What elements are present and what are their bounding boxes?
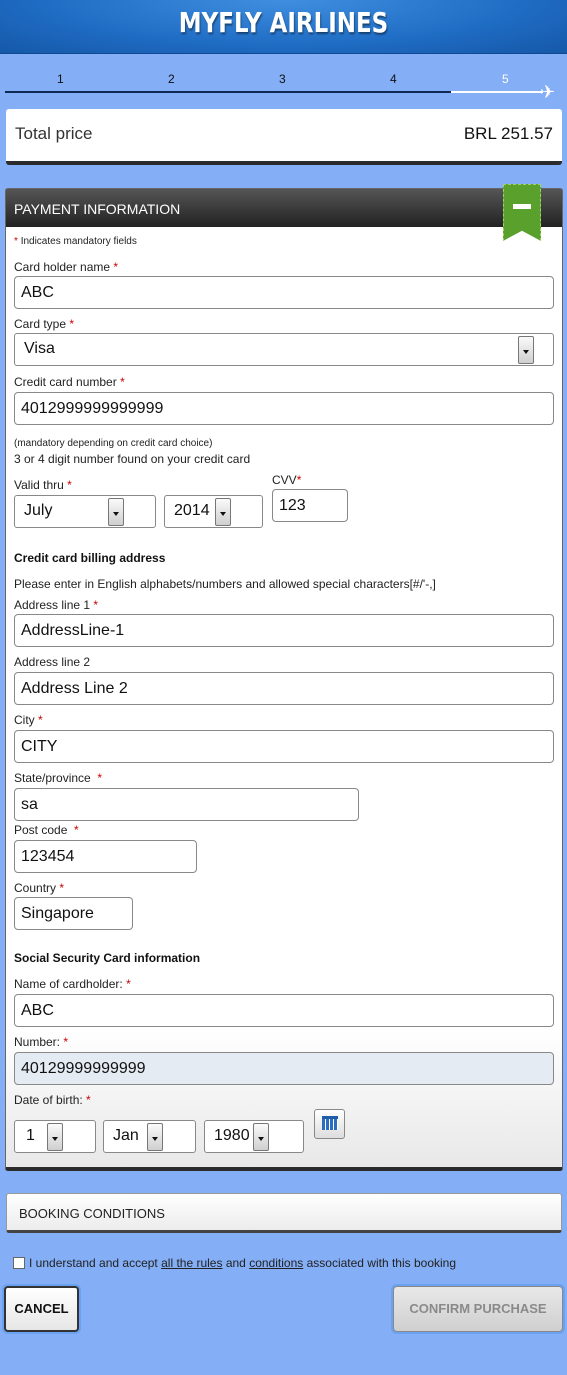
payment-panel: PAYMENT INFORMATION * Indicates mandator… [5,184,563,1171]
dob-year-value: 1980 [214,1127,250,1144]
dob-month-value: Jan [113,1127,139,1144]
postcode-label: Post code * [14,823,79,837]
postcode-input[interactable]: 123454 [14,840,197,873]
card-number-label: Credit card number * [14,375,125,389]
card-holder-input[interactable]: ABC [14,276,554,309]
state-input[interactable]: sa [14,788,359,821]
payment-title: PAYMENT INFORMATION [14,201,181,217]
ssn-number-input[interactable]: 40129999999999 [14,1052,554,1085]
progress-steps: 1 2 3 4 5 ✈ [0,62,567,102]
billing-note: Please enter in English alphabets/number… [14,577,436,591]
accept-prefix: I understand and accept [29,1256,158,1270]
total-price-box: Total price BRL 251.57 [6,109,562,165]
card-type-label: Card type * [14,317,75,331]
ssn-number-label: Number: * [14,1035,69,1049]
accept-mid: and [225,1256,246,1270]
accept-suffix: associated with this booking [306,1256,457,1270]
card-number-input[interactable]: 4012999999999999 [14,392,554,425]
booking-conditions-label: BOOKING CONDITIONS [19,1206,165,1221]
cvv-label: CVV* [272,473,302,487]
accept-checkbox[interactable] [13,1257,25,1269]
country-input[interactable]: Singapore [14,897,133,930]
dob-month-select[interactable]: Jan [103,1120,196,1153]
rules-link[interactable]: all the rules [161,1256,222,1270]
total-price-value: BRL 251.57 [463,124,553,143]
step-1: 1 [57,72,64,86]
total-price-label: Total price [15,124,93,143]
chevron-down-icon[interactable] [253,1123,269,1151]
progress-line [5,91,451,93]
chevron-down-icon[interactable] [108,498,124,526]
expiry-month-value: July [24,502,53,519]
address1-input[interactable]: AddressLine-1 [14,614,554,647]
cvv-hint-1: (mandatory depending on credit card choi… [14,438,213,449]
address2-input[interactable]: Address Line 2 [14,672,554,705]
expiry-year-value: 2014 [174,502,210,519]
valid-thru-label: Valid thru * [14,478,72,492]
chevron-down-icon[interactable] [518,336,534,364]
dob-day-select[interactable]: 1 [14,1120,96,1153]
billing-section-title: Credit card billing address [14,551,166,565]
address2-label: Address line 2 [14,655,91,669]
conditions-link[interactable]: conditions [249,1256,303,1270]
plane-icon: ✈ [540,82,556,102]
card-type-select[interactable]: Visa [14,333,554,366]
accept-terms: I understand and accept all the rules an… [13,1256,456,1270]
cancel-button[interactable]: CANCEL [4,1286,79,1332]
payment-panel-header[interactable]: PAYMENT INFORMATION [6,189,562,227]
address1-label: Address line 1 * [14,598,99,612]
step-2: 2 [168,72,175,86]
city-input[interactable]: CITY [14,730,554,763]
collapse-ribbon-button[interactable] [503,184,541,241]
ssn-section-title: Social Security Card information [14,951,201,965]
step-5: 5 [502,72,509,86]
expiry-year-select[interactable]: 2014 [164,495,263,528]
ssn-name-input[interactable]: ABC [14,994,554,1027]
chevron-down-icon[interactable] [215,498,231,526]
cvv-input[interactable]: 123 [272,489,348,522]
chevron-down-icon[interactable] [147,1123,163,1151]
progress-line-remaining [451,91,543,93]
dob-label: Date of birth: * [14,1093,91,1107]
step-4: 4 [390,72,397,86]
confirm-purchase-button[interactable]: CONFIRM PURCHASE [393,1286,563,1332]
chevron-down-icon[interactable] [47,1123,63,1151]
country-label: Country * [14,881,65,895]
card-holder-label: Card holder name * [14,260,119,274]
header: MYFLY AIRLINES [0,0,567,54]
cvv-hint-2: 3 or 4 digit number found on your credit… [14,452,251,466]
calendar-icon[interactable] [314,1109,345,1139]
city-label: City * [14,713,43,727]
dob-day-value: 1 [26,1127,35,1144]
ssn-name-label: Name of cardholder: * [14,977,131,991]
mandatory-note: * Indicates mandatory fields [14,236,137,247]
card-type-value: Visa [24,340,55,357]
minus-icon [513,204,531,209]
state-label: State/province * [14,771,103,785]
booking-conditions-panel[interactable]: BOOKING CONDITIONS [6,1193,562,1233]
step-3: 3 [279,72,286,86]
dob-year-select[interactable]: 1980 [204,1120,304,1153]
expiry-month-select[interactable]: July [14,495,156,528]
brand-logo: MYFLY AIRLINES [178,6,389,39]
